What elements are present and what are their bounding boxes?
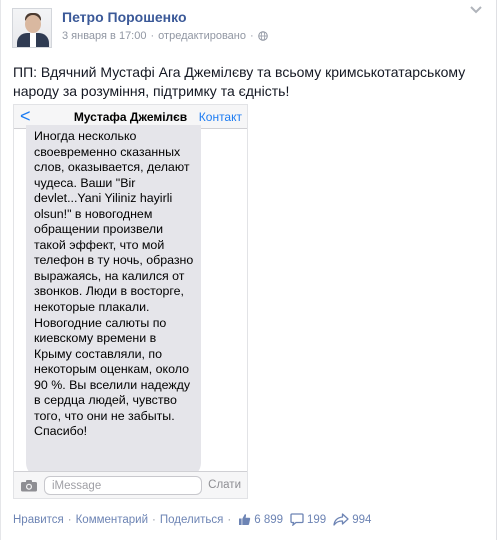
action-separator: ·: [227, 513, 232, 526]
thumbs-up-icon: [239, 514, 251, 525]
send-button: Слати: [208, 479, 241, 491]
shares-count-text: 994: [352, 513, 372, 526]
contact-button: Контакт: [198, 110, 242, 124]
share-arrow-icon: [333, 513, 349, 526]
meta-separator: ·: [249, 30, 254, 42]
imessage-input-bar: iMessage Слати: [14, 471, 247, 498]
shares-count[interactable]: 994: [333, 513, 371, 526]
meta-separator: ·: [150, 30, 155, 42]
likes-count[interactable]: 6 899: [238, 513, 283, 526]
share-link[interactable]: Поделиться: [160, 514, 224, 526]
comment-bubble-icon: [290, 513, 304, 526]
comments-count-text: 199: [307, 513, 327, 526]
message-text: Иногда несколько своевременно сказанных …: [34, 129, 194, 439]
facebook-post: Петро Порошенко 3 января в 17:00 · отред…: [0, 0, 497, 540]
comments-count[interactable]: 199: [290, 513, 326, 526]
like-link[interactable]: Нравится: [13, 514, 64, 526]
action-separator: ·: [67, 513, 72, 526]
post-text: ПП: Вдячний Мустафі Ага Джемілєву та всь…: [13, 64, 466, 99]
camera-icon: [21, 480, 37, 492]
likes-count-text: 6 899: [254, 513, 284, 526]
chevron-down-icon[interactable]: [469, 5, 483, 15]
globe-icon[interactable]: [257, 31, 268, 41]
edited-label[interactable]: отредактировано: [158, 30, 246, 42]
post-timestamp[interactable]: 3 января в 17:00: [62, 30, 146, 42]
action-separator: ·: [152, 513, 156, 526]
author-avatar[interactable]: [12, 8, 52, 48]
post-photo[interactable]: < Мустафа Джемілєв Контакт Иногда нескол…: [13, 104, 248, 499]
post-actions: Нравится · Комментарий · Поделиться · 6 …: [13, 513, 371, 526]
imessage-field: iMessage: [44, 476, 202, 495]
post-meta: 3 января в 17:00 · отредактировано ·: [62, 30, 268, 42]
author-name[interactable]: Петро Порошенко: [62, 9, 187, 25]
comment-link[interactable]: Комментарий: [76, 514, 148, 526]
